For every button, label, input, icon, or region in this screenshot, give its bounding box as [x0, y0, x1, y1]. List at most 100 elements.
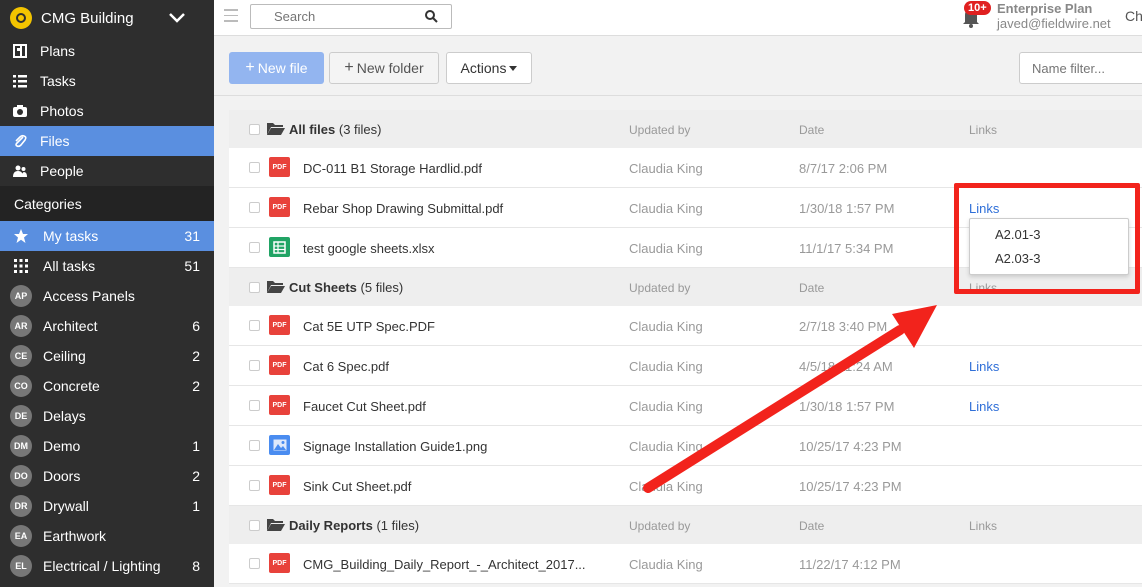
- folder-checkbox[interactable]: [249, 520, 260, 531]
- category-label: Concrete: [43, 378, 100, 394]
- folder-checkbox[interactable]: [249, 124, 260, 135]
- file-name[interactable]: Cat 6 Spec.pdf: [303, 359, 389, 374]
- star-icon: [10, 228, 32, 244]
- file-checkbox[interactable]: [249, 242, 260, 253]
- plus-icon: +: [245, 59, 255, 76]
- file-checkbox[interactable]: [249, 558, 260, 569]
- category-badge: AR: [10, 315, 32, 337]
- category-item[interactable]: DO Doors 2: [0, 461, 214, 491]
- sidebar-nav-files[interactable]: Files: [0, 126, 214, 156]
- folder-header-row[interactable]: Daily Reports (1 files) Updated by Date Lin…: [229, 506, 1142, 544]
- file-name[interactable]: Sink Cut Sheet.pdf: [303, 479, 411, 494]
- file-date: 2/7/18 3:40 PM: [799, 319, 888, 334]
- sidebar-nav-people[interactable]: People: [0, 156, 214, 186]
- folder-checkbox[interactable]: [249, 282, 260, 293]
- file-updated-by: Claudia King: [629, 201, 703, 216]
- file-date: 4/5/18 11:24 AM: [799, 359, 893, 374]
- file-date: 10/25/17 4:23 PM: [799, 439, 902, 454]
- file-name[interactable]: Signage Installation Guide1.png: [303, 439, 487, 454]
- file-checkbox[interactable]: [249, 202, 260, 213]
- column-header-updated-by[interactable]: Updated by: [629, 281, 690, 295]
- file-row[interactable]: PDF Cat 6 Spec.pdf Claudia King 4/5/18 11:2…: [229, 346, 1142, 386]
- new-file-button[interactable]: + New file: [229, 52, 324, 84]
- file-row[interactable]: PDF Cat 5E UTP Spec.PDF Claudia King 2/7/18…: [229, 306, 1142, 346]
- file-row[interactable]: PDF DC-011 B1 Storage Hardlid.pdf Claudia …: [229, 148, 1142, 188]
- search-box[interactable]: [250, 4, 452, 29]
- column-header-date[interactable]: Date: [799, 519, 824, 533]
- category-count: 51: [184, 258, 200, 274]
- file-checkbox[interactable]: [249, 480, 260, 491]
- linked-plan-item[interactable]: A2.03-3: [970, 247, 1128, 271]
- linked-plan-item[interactable]: A2.01-3: [970, 223, 1128, 247]
- category-label: Electrical / Lighting: [43, 558, 161, 574]
- column-header-date[interactable]: Date: [799, 281, 824, 295]
- category-item[interactable]: AP Access Panels: [0, 281, 214, 311]
- folder-title: All files (3 files): [289, 122, 382, 137]
- category-count: 1: [192, 498, 200, 514]
- column-header-updated-by[interactable]: Updated by: [629, 519, 690, 533]
- category-label: All tasks: [43, 258, 96, 274]
- grid-icon: [10, 259, 32, 273]
- sidebar: CMG Building Plans Tasks Photos Files People…: [0, 0, 214, 587]
- file-name[interactable]: Faucet Cut Sheet.pdf: [303, 399, 426, 414]
- file-updated-by: Claudia King: [629, 161, 703, 176]
- name-filter-input[interactable]: [1019, 52, 1142, 84]
- project-selector[interactable]: CMG Building: [0, 0, 214, 36]
- file-name[interactable]: test google sheets.xlsx: [303, 241, 435, 256]
- file-checkbox[interactable]: [249, 360, 260, 371]
- file-row[interactable]: PDF CMG_Building_Daily_Report_-_Architect…: [229, 544, 1142, 584]
- column-header-updated-by[interactable]: Updated by: [629, 123, 690, 137]
- column-header-date[interactable]: Date: [799, 123, 824, 137]
- category-item[interactable]: My tasks 31: [0, 221, 214, 251]
- category-label: Demo: [43, 438, 81, 454]
- category-item[interactable]: CE Ceiling 2: [0, 341, 214, 371]
- file-name[interactable]: Rebar Shop Drawing Submittal.pdf: [303, 201, 503, 216]
- file-updated-by: Claudia King: [629, 241, 703, 256]
- file-row[interactable]: PDF Faucet Cut Sheet.pdf Claudia King 1/30/…: [229, 386, 1142, 426]
- sidebar-nav-photos[interactable]: Photos: [0, 96, 214, 126]
- file-links-link[interactable]: Links: [969, 359, 999, 374]
- category-item[interactable]: DM Demo 1: [0, 431, 214, 461]
- file-row[interactable]: Signage Installation Guide1.png Claudia K…: [229, 426, 1142, 466]
- image-file-icon: [269, 435, 290, 455]
- category-badge: CO: [10, 375, 32, 397]
- file-checkbox[interactable]: [249, 162, 260, 173]
- account-info[interactable]: Enterprise Plan javed@fieldwire.net: [997, 1, 1111, 31]
- category-item[interactable]: EA Earthwork: [0, 521, 214, 551]
- actions-label: Actions: [460, 60, 507, 76]
- file-checkbox[interactable]: [249, 400, 260, 411]
- file-links-link[interactable]: Links: [969, 399, 999, 414]
- file-updated-by: Claudia King: [629, 359, 703, 374]
- category-item[interactable]: DE Delays: [0, 401, 214, 431]
- folder-header-row[interactable]: All files (3 files) Updated by Date Links: [229, 110, 1142, 148]
- sidebar-nav-plans[interactable]: Plans: [0, 36, 214, 66]
- file-checkbox[interactable]: [249, 320, 260, 331]
- file-name[interactable]: CMG_Building_Daily_Report_-_Architect_20…: [303, 557, 586, 572]
- category-item[interactable]: AR Architect 6: [0, 311, 214, 341]
- hamburger-menu-icon[interactable]: [224, 9, 238, 26]
- search-input[interactable]: [251, 5, 411, 28]
- category-item[interactable]: EL Electrical / Lighting 8: [0, 551, 214, 581]
- folder-name: Daily Reports: [289, 518, 373, 533]
- column-header-links: Links: [969, 281, 998, 295]
- category-item[interactable]: CO Concrete 2: [0, 371, 214, 401]
- category-label: My tasks: [43, 228, 99, 244]
- chevron-down-icon[interactable]: [168, 12, 186, 24]
- truncated-menu-text[interactable]: Ch: [1125, 8, 1142, 24]
- actions-dropdown[interactable]: Actions: [446, 52, 532, 84]
- file-links-link[interactable]: Links: [969, 201, 999, 216]
- file-name[interactable]: DC-011 B1 Storage Hardlid.pdf: [303, 161, 482, 176]
- folder-open-icon: [267, 280, 285, 297]
- category-item[interactable]: All tasks 51: [0, 251, 214, 281]
- folder-file-count: (3 files): [338, 122, 382, 137]
- sidebar-nav-tasks[interactable]: Tasks: [0, 66, 214, 96]
- people-icon: [13, 164, 27, 178]
- search-icon[interactable]: [425, 10, 438, 23]
- file-name[interactable]: Cat 5E UTP Spec.PDF: [303, 319, 435, 334]
- folder-file-count: (5 files): [360, 280, 404, 295]
- file-checkbox[interactable]: [249, 440, 260, 451]
- new-folder-button[interactable]: + New folder: [329, 52, 439, 84]
- file-row[interactable]: PDF Sink Cut Sheet.pdf Claudia King 10/25/1…: [229, 466, 1142, 506]
- sidebar-nav-label: Files: [40, 133, 70, 149]
- category-item[interactable]: DR Drywall 1: [0, 491, 214, 521]
